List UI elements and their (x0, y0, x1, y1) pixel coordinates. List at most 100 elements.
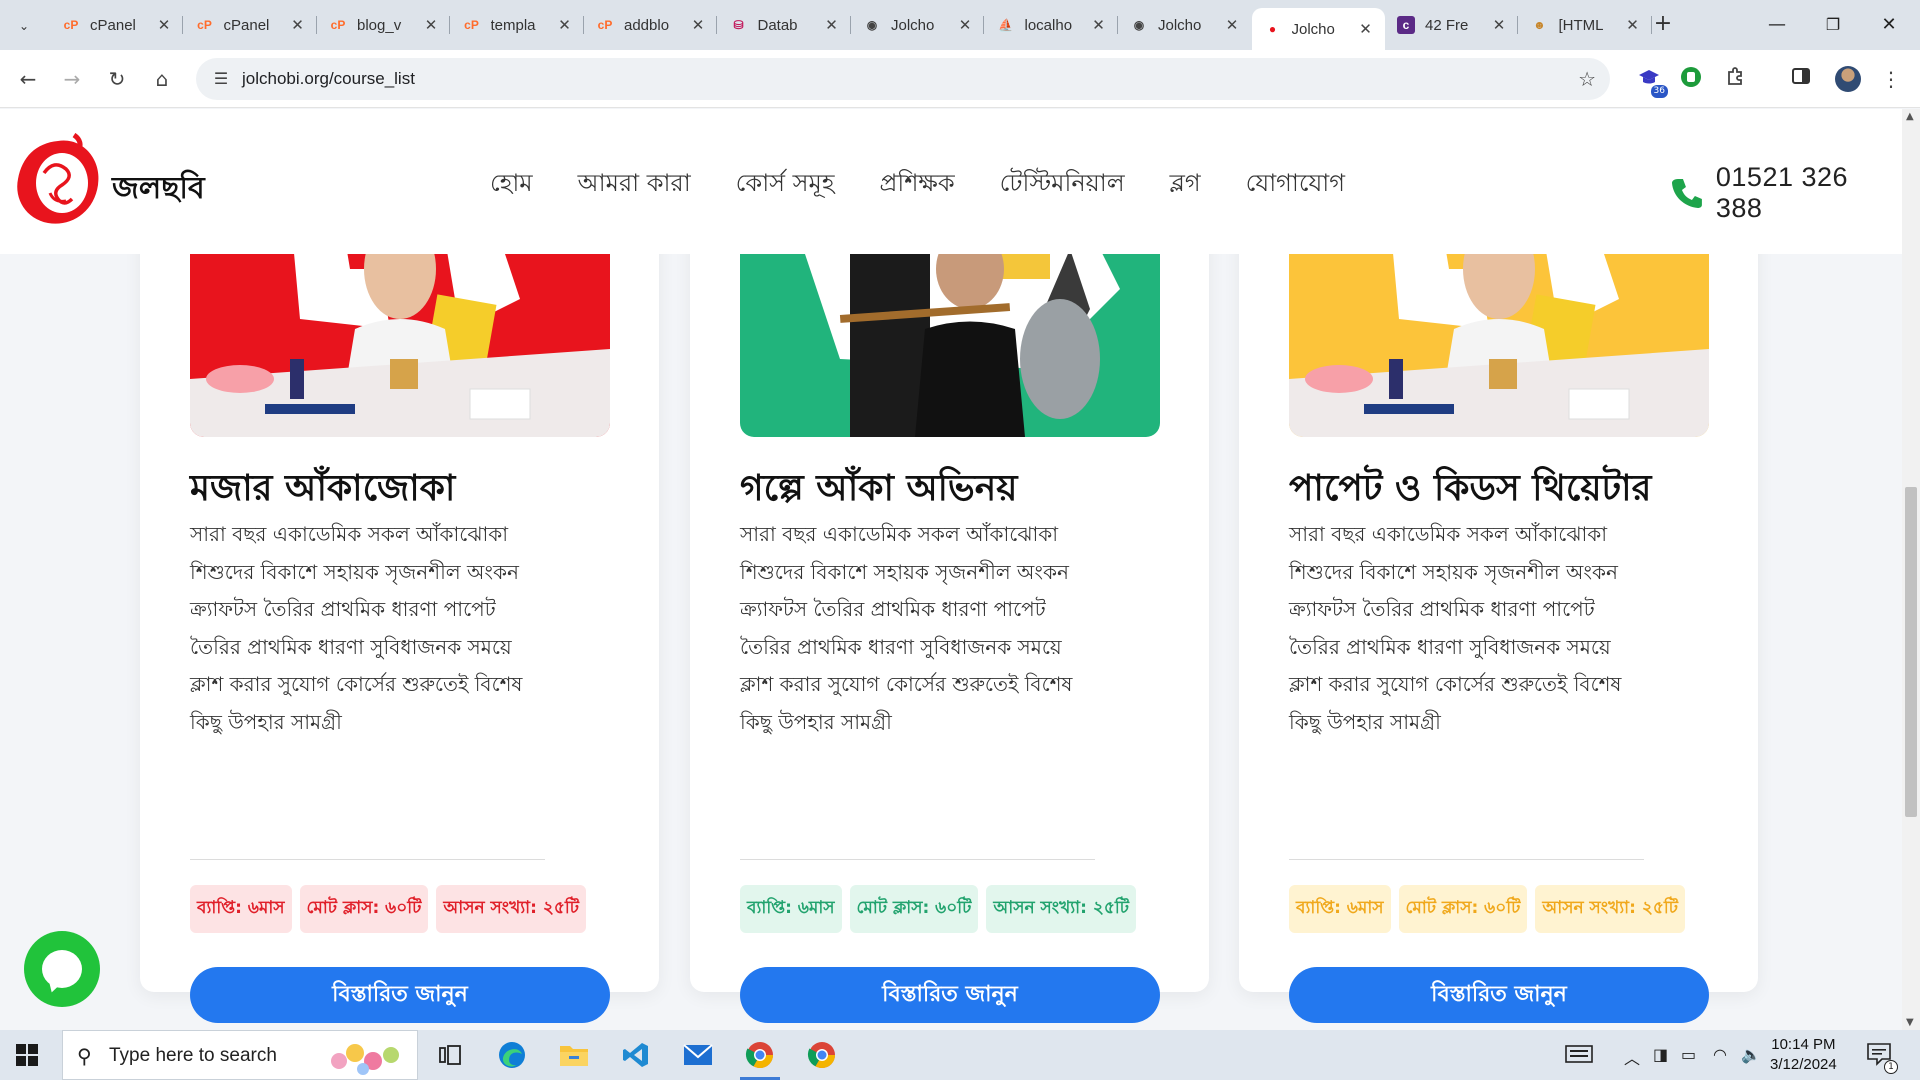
course-meta: ব্যাপ্তি: ৬মাস মোট ক্লাস: ৬০টি আসন সংখ্য… (740, 885, 1144, 933)
cpanel-icon: cP (464, 18, 479, 32)
site-info-icon[interactable]: ☰ (210, 68, 232, 90)
tab-close-icon[interactable]: ✕ (1090, 16, 1108, 34)
restore-icon[interactable]: ❐ (1818, 10, 1848, 40)
browser-tab[interactable]: cP cPanel ✕ (50, 8, 183, 42)
file-explorer-icon[interactable] (550, 1036, 598, 1074)
chat-bubble-icon (42, 950, 82, 988)
phone-number: 01521 326 388 (1715, 162, 1849, 223)
task-view-icon[interactable] (426, 1036, 474, 1074)
chat-widget-button[interactable] (24, 931, 100, 1007)
chrome-icon-second[interactable] (798, 1036, 846, 1074)
browser-tab[interactable]: cP addblo ✕ (584, 8, 717, 42)
tab-close-icon[interactable]: ✕ (289, 16, 307, 34)
tab-close-icon[interactable]: ✕ (422, 16, 440, 34)
browser-tab[interactable]: ⛵ localho ✕ (985, 8, 1118, 42)
scroll-down-icon[interactable]: ▼ (1906, 1017, 1914, 1028)
taskbar-search[interactable]: ⚲ Type here to search (62, 1030, 418, 1080)
scrollbar-thumb[interactable] (1905, 487, 1917, 817)
bookmark-star-icon[interactable]: ☆ (1578, 67, 1596, 91)
tab-close-icon[interactable]: ✕ (1223, 16, 1241, 34)
duration-badge: ব্যাপ্তি: ৬মাস (1289, 885, 1391, 933)
windows-start-icon[interactable] (16, 1044, 38, 1066)
browser-tab[interactable]: ◉ Jolcho ✕ (851, 8, 984, 42)
search-placeholder: Type here to search (109, 1045, 277, 1066)
back-icon[interactable]: ← (14, 65, 42, 93)
nav-about[interactable]: আমরা কারা (578, 165, 691, 205)
browser-tab[interactable]: ● Jolcho ✕ (1251, 8, 1385, 50)
keyboard-layout-icon[interactable] (1565, 1045, 1593, 1067)
tab-label: Jolcho (1291, 20, 1335, 38)
browser-tab[interactable]: ◉ Jolcho ✕ (1118, 8, 1251, 42)
extension-green-icon[interactable] (1678, 66, 1704, 92)
tab-close-icon[interactable]: ✕ (956, 16, 974, 34)
tab-label: 42 Fre (1425, 16, 1469, 34)
tab-close-icon[interactable]: ✕ (155, 16, 173, 34)
tab-strip: ⌄ cP cPanel ✕ cP cPanel ✕ cP blog_v ✕ cP templa ✕ cP… (0, 0, 1920, 50)
extension-badge: 36 (1650, 85, 1668, 98)
details-button[interactable]: বিস্তারিত জানুন (1289, 967, 1709, 1023)
tab-label: blog_v (357, 16, 402, 34)
nav-contact[interactable]: যোগাযোগ (1246, 165, 1345, 205)
windows-taskbar: ⚲ Type here to search ︿ ◨ ▭ ◠ 🔈 10:14 PM… (0, 1030, 1920, 1080)
course-card-3: পাপেট ও কিডস থিয়েটার সারা বছর একাডেমিক … (1239, 209, 1758, 1023)
browser-tab[interactable]: ⛁ Datab ✕ (718, 8, 851, 42)
tab-search-chevron-icon[interactable]: ⌄ (10, 12, 38, 40)
details-button[interactable]: বিস্তারিত জানুন (740, 967, 1160, 1023)
course-title: মজার আঁকাজোকা (190, 468, 456, 509)
scroll-up-icon[interactable]: ▲ (1906, 111, 1914, 122)
reload-icon[interactable]: ↻ (103, 65, 131, 93)
show-hidden-icons-chevron[interactable]: ︿ (1624, 1045, 1640, 1069)
edge-browser-icon[interactable] (488, 1036, 536, 1074)
vscode-icon[interactable] (612, 1036, 660, 1074)
nav-trainers[interactable]: প্রশিক্ষক (879, 165, 954, 205)
mail-icon[interactable] (674, 1036, 722, 1074)
phone-contact[interactable]: 01521 326 388 (1670, 162, 1902, 224)
minimize-icon[interactable]: — (1762, 10, 1792, 40)
nav-testimonials[interactable]: টেস্টিমনিয়াল (1000, 165, 1125, 205)
tab-close-icon[interactable]: ✕ (689, 16, 707, 34)
jolchobi-logo[interactable] (14, 133, 102, 229)
details-button[interactable]: বিস্তারিত জানুন (190, 967, 610, 1023)
new-tab-button[interactable]: + (1650, 12, 1676, 38)
address-bar[interactable]: ☰ jolchobi.org/course_list ☆ (196, 58, 1610, 100)
nav-blog[interactable]: ব্লগ (1170, 165, 1201, 205)
profile-avatar[interactable] (1835, 66, 1861, 92)
seats-badge: আসন সংখ্যা: ২৫টি (986, 885, 1137, 933)
main-nav: হোম আমরা কারা কোর্স সমূহ প্রশিক্ষক টেস্ট… (490, 165, 1390, 205)
page-scrollbar[interactable]: ▲ ▼ (1902, 109, 1920, 1030)
tab-close-icon[interactable]: ✕ (1357, 20, 1375, 38)
home-icon[interactable]: ⌂ (148, 65, 176, 93)
stackoverflow-icon: ☻ (1533, 18, 1546, 32)
browser-tab[interactable]: cP blog_v ✕ (317, 8, 450, 42)
nav-courses[interactable]: কোর্স সমূহ (736, 165, 835, 205)
tab-close-icon[interactable]: ✕ (556, 16, 574, 34)
camera-tray-icon[interactable]: ◨ (1653, 1045, 1668, 1064)
close-window-icon[interactable]: ✕ (1874, 10, 1904, 40)
url-text[interactable]: jolchobi.org/course_list (242, 69, 415, 89)
extension-graduation-icon[interactable]: 36 (1636, 66, 1668, 98)
volume-icon[interactable]: 🔈 (1741, 1045, 1761, 1064)
browser-tab[interactable]: ☻ [HTML ✕ (1519, 8, 1652, 42)
browser-tab[interactable]: c 42 Fre ✕ (1385, 8, 1518, 42)
browser-tab[interactable]: cP templa ✕ (451, 8, 584, 42)
browser-toolbar: ← → ↻ ⌂ ☰ jolchobi.org/course_list ☆ 36 … (0, 50, 1920, 108)
extensions-puzzle-icon[interactable] (1723, 66, 1749, 92)
notifications-icon[interactable]: 1 (1866, 1042, 1898, 1074)
battery-icon[interactable]: ▭ (1681, 1045, 1696, 1064)
site-header: জলছবি হোম আমরা কারা কোর্স সমূহ প্রশিক্ষক… (0, 109, 1902, 254)
forward-icon[interactable]: → (58, 65, 86, 93)
chrome-icon-active[interactable] (736, 1036, 784, 1080)
side-panel-icon[interactable] (1788, 66, 1814, 92)
menu-kebab-icon[interactable]: ⋮ (1878, 66, 1904, 92)
divider (740, 859, 1095, 860)
course-meta: ব্যাপ্তি: ৬মাস মোট ক্লাস: ৬০টি আসন সংখ্য… (190, 885, 594, 933)
page-viewport: জলছবি হোম আমরা কারা কোর্স সমূহ প্রশিক্ষক… (0, 109, 1902, 1030)
logo-text[interactable]: জলছবি (112, 164, 205, 215)
tab-close-icon[interactable]: ✕ (1490, 16, 1508, 34)
tab-close-icon[interactable]: ✕ (1624, 16, 1642, 34)
tab-close-icon[interactable]: ✕ (823, 16, 841, 34)
nav-home[interactable]: হোম (490, 165, 533, 205)
system-clock[interactable]: 10:14 PM 3/12/2024 (1770, 1035, 1837, 1075)
browser-tab[interactable]: cP cPanel ✕ (184, 8, 317, 42)
wifi-icon[interactable]: ◠ (1713, 1045, 1727, 1064)
